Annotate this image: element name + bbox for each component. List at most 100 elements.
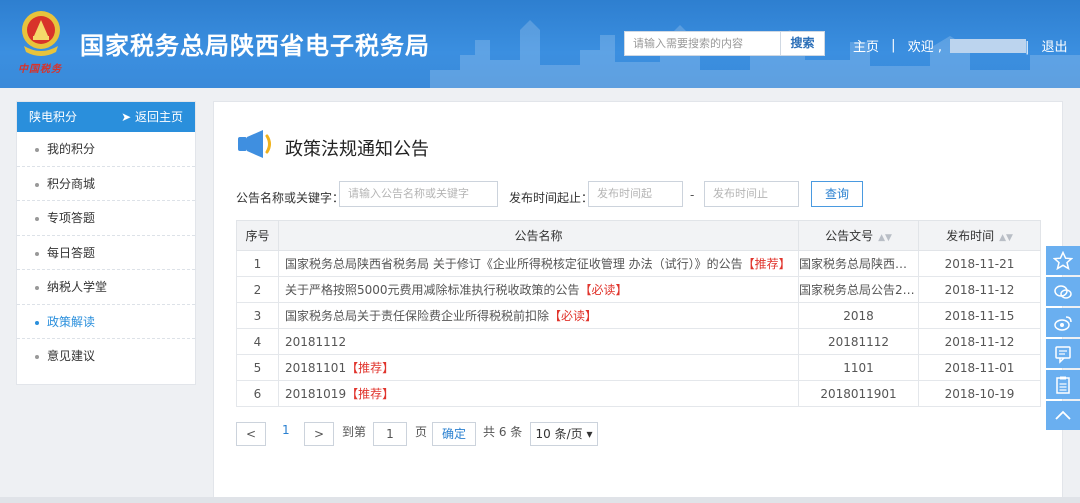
- keyword-label: 公告名称或关键字：: [236, 191, 345, 205]
- notice-title: 关于严格按照5000元费用减除标准执行税收政策的公告: [285, 283, 580, 297]
- notice-title: 国家税务总局关于责任保险费企业所得税税前扣除: [285, 309, 550, 323]
- table-row[interactable]: 4 20181112 20181112 2018-11-12: [236, 328, 1041, 355]
- sidebar-title: 陕电积分: [29, 110, 78, 124]
- notice-title-link[interactable]: 20181101【推荐】: [278, 354, 799, 381]
- notice-title-link[interactable]: 20181019【推荐】: [278, 380, 799, 407]
- keyword-input[interactable]: 请输入公告名称或关键字: [339, 181, 498, 207]
- notice-title-link[interactable]: 20181112: [278, 328, 799, 355]
- sidebar-item-label: 积分商城: [47, 176, 96, 191]
- notice-tag-badge: 【推荐】: [346, 361, 395, 375]
- page-unit: 页: [415, 425, 428, 439]
- page-size-select[interactable]: 10 条/页 ▾: [530, 422, 598, 446]
- table-row[interactable]: 1 国家税务总局陕西省税务局 关于修订《企业所得税核定征收管理 办法（试行）》的公…: [236, 250, 1041, 277]
- chevron-up-icon[interactable]: [1046, 401, 1080, 430]
- search-button[interactable]: 搜索: [781, 31, 825, 56]
- page-title: 政策法规通知公告: [285, 139, 429, 160]
- logout-link[interactable]: 退出: [1042, 40, 1068, 55]
- query-button[interactable]: 查询: [811, 181, 863, 207]
- publish-date: 2018-11-21: [918, 250, 1041, 277]
- star-icon[interactable]: [1046, 246, 1080, 275]
- date-start-input[interactable]: 发布时间起: [588, 181, 683, 207]
- doc-number: 1101: [798, 354, 919, 381]
- sidebar-item-taxpayer-school[interactable]: 纳税人学堂: [17, 270, 195, 305]
- sidebar-item-feedback[interactable]: 意见建议: [17, 339, 195, 374]
- sidebar-item-label: 专项答题: [47, 211, 96, 225]
- notice-tag-badge: 【必读】: [549, 309, 598, 323]
- sidebar-item-label: 意见建议: [47, 349, 96, 363]
- notice-title: 20181019: [285, 387, 347, 401]
- col-header-index: 序号: [236, 220, 279, 251]
- table-row[interactable]: 3 国家税务总局关于责任保险费企业所得税税前扣除【必读】 2018 2018-11-1…: [236, 302, 1041, 329]
- row-index: 3: [236, 302, 279, 329]
- row-index: 1: [236, 250, 279, 277]
- notice-title-link[interactable]: 国家税务总局陕西省税务局 关于修订《企业所得税核定征收管理 办法（试行）》的公告…: [278, 250, 799, 277]
- notice-tag-badge: 【推荐】: [346, 387, 395, 401]
- sidebar-item-points-mall[interactable]: 积分商城: [17, 167, 195, 201]
- sidebar-item-label: 政策解读: [47, 314, 96, 329]
- sidebar-item-policy-interpretation[interactable]: 政策解读: [17, 305, 195, 339]
- row-index: 2: [236, 276, 279, 303]
- next-page-button[interactable]: >: [304, 422, 334, 446]
- prev-page-button[interactable]: <: [236, 422, 266, 446]
- seal-text: 中国税务: [18, 64, 62, 75]
- col-header-date[interactable]: 发布时间 ▲▼: [918, 220, 1041, 251]
- weibo-icon[interactable]: [1046, 308, 1080, 337]
- notice-title: 20181101: [285, 361, 347, 375]
- current-page[interactable]: 1: [282, 423, 290, 437]
- sidebar-item-special-quiz[interactable]: 专项答题: [17, 201, 195, 236]
- sidebar-item-label: 每日答题: [47, 245, 96, 260]
- table-row[interactable]: 6 20181019【推荐】 2018011901 2018-10-19: [236, 380, 1041, 407]
- date-range-label: 发布时间起止：: [509, 191, 594, 205]
- row-index: 5: [236, 354, 279, 381]
- publish-date: 2018-11-01: [918, 354, 1041, 381]
- search-input[interactable]: 请输入需要搜索的内容: [624, 31, 781, 56]
- chat-icon[interactable]: [1046, 277, 1080, 306]
- doc-number: 2018011901: [798, 380, 919, 407]
- goto-label: 到第: [342, 425, 367, 439]
- notice-title-link[interactable]: 国家税务总局关于责任保险费企业所得税税前扣除【必读】: [278, 302, 799, 329]
- link-separator: |: [1025, 40, 1030, 55]
- sort-icon: ▲▼: [878, 233, 892, 243]
- notice-tag-badge: 【必读】: [579, 283, 628, 297]
- table-row[interactable]: 5 20181101【推荐】 1101 2018-11-01: [236, 354, 1041, 381]
- doc-number: 国家税务总局公告20...: [798, 276, 919, 303]
- document-icon[interactable]: [1046, 370, 1080, 399]
- sidebar: 陕电积分 ➤ 返回主页 我的积分 积分商城 专项答题 每日答题 纳税人学堂 政策…: [16, 101, 196, 385]
- back-home-button[interactable]: ➤ 返回主页: [121, 102, 183, 132]
- col-header-doc-no[interactable]: 公告文号 ▲▼: [798, 220, 919, 251]
- col-header-label: 公告文号: [825, 229, 874, 243]
- doc-number: 国家税务总局陕西省...: [798, 250, 919, 277]
- sidebar-item-label: 我的积分: [47, 142, 96, 156]
- home-link[interactable]: 主页: [853, 36, 879, 55]
- row-index: 4: [236, 328, 279, 355]
- sort-icon: ▲▼: [999, 233, 1013, 243]
- sidebar-item-my-points[interactable]: 我的积分: [17, 132, 195, 167]
- notice-tag-badge: 【推荐】: [742, 257, 791, 271]
- notice-table: 序号 公告名称 公告文号 ▲▼ 发布时间 ▲▼ 1 国家税务总局陕西省税务局 关于修订…: [236, 220, 1041, 407]
- publish-date: 2018-11-12: [918, 328, 1041, 355]
- publish-date: 2018-10-19: [918, 380, 1041, 407]
- bottom-strip: [0, 497, 1080, 503]
- link-separator: |: [891, 38, 896, 53]
- col-header-label: 发布时间: [946, 229, 995, 243]
- logout-area: | 退出: [1025, 36, 1068, 55]
- row-index: 6: [236, 380, 279, 407]
- notice-title-link[interactable]: 关于严格按照5000元费用减除标准执行税收政策的公告【必读】: [278, 276, 799, 303]
- comment-icon[interactable]: [1046, 339, 1080, 368]
- date-end-input[interactable]: 发布时间止: [704, 181, 799, 207]
- notice-title: 20181112: [285, 334, 347, 349]
- top-links: 主页 | 欢迎 ,: [853, 36, 1027, 55]
- sidebar-item-daily-quiz[interactable]: 每日答题: [17, 236, 195, 270]
- confirm-button[interactable]: 确定: [432, 422, 476, 446]
- sidebar-header: 陕电积分 ➤ 返回主页: [17, 102, 195, 132]
- notice-title: 国家税务总局陕西省税务局 关于修订《企业所得税核定征收管理 办法（试行）》的公告: [285, 257, 743, 271]
- total-count: 共 6 条: [483, 425, 523, 439]
- megaphone-icon: [238, 130, 271, 158]
- table-row[interactable]: 2 关于严格按照5000元费用减除标准执行税收政策的公告【必读】 国家税务总局公告2…: [236, 276, 1041, 303]
- arrow-left-icon: ➤: [121, 110, 132, 124]
- goto-page-input[interactable]: 1: [373, 422, 407, 446]
- publish-date: 2018-11-15: [918, 302, 1041, 329]
- main-panel: 政策法规通知公告 公告名称或关键字： 请输入公告名称或关键字 发布时间起止： 发…: [213, 101, 1063, 503]
- table-header-row: 序号 公告名称 公告文号 ▲▼ 发布时间 ▲▼: [236, 220, 1041, 251]
- doc-number: 2018: [798, 302, 919, 329]
